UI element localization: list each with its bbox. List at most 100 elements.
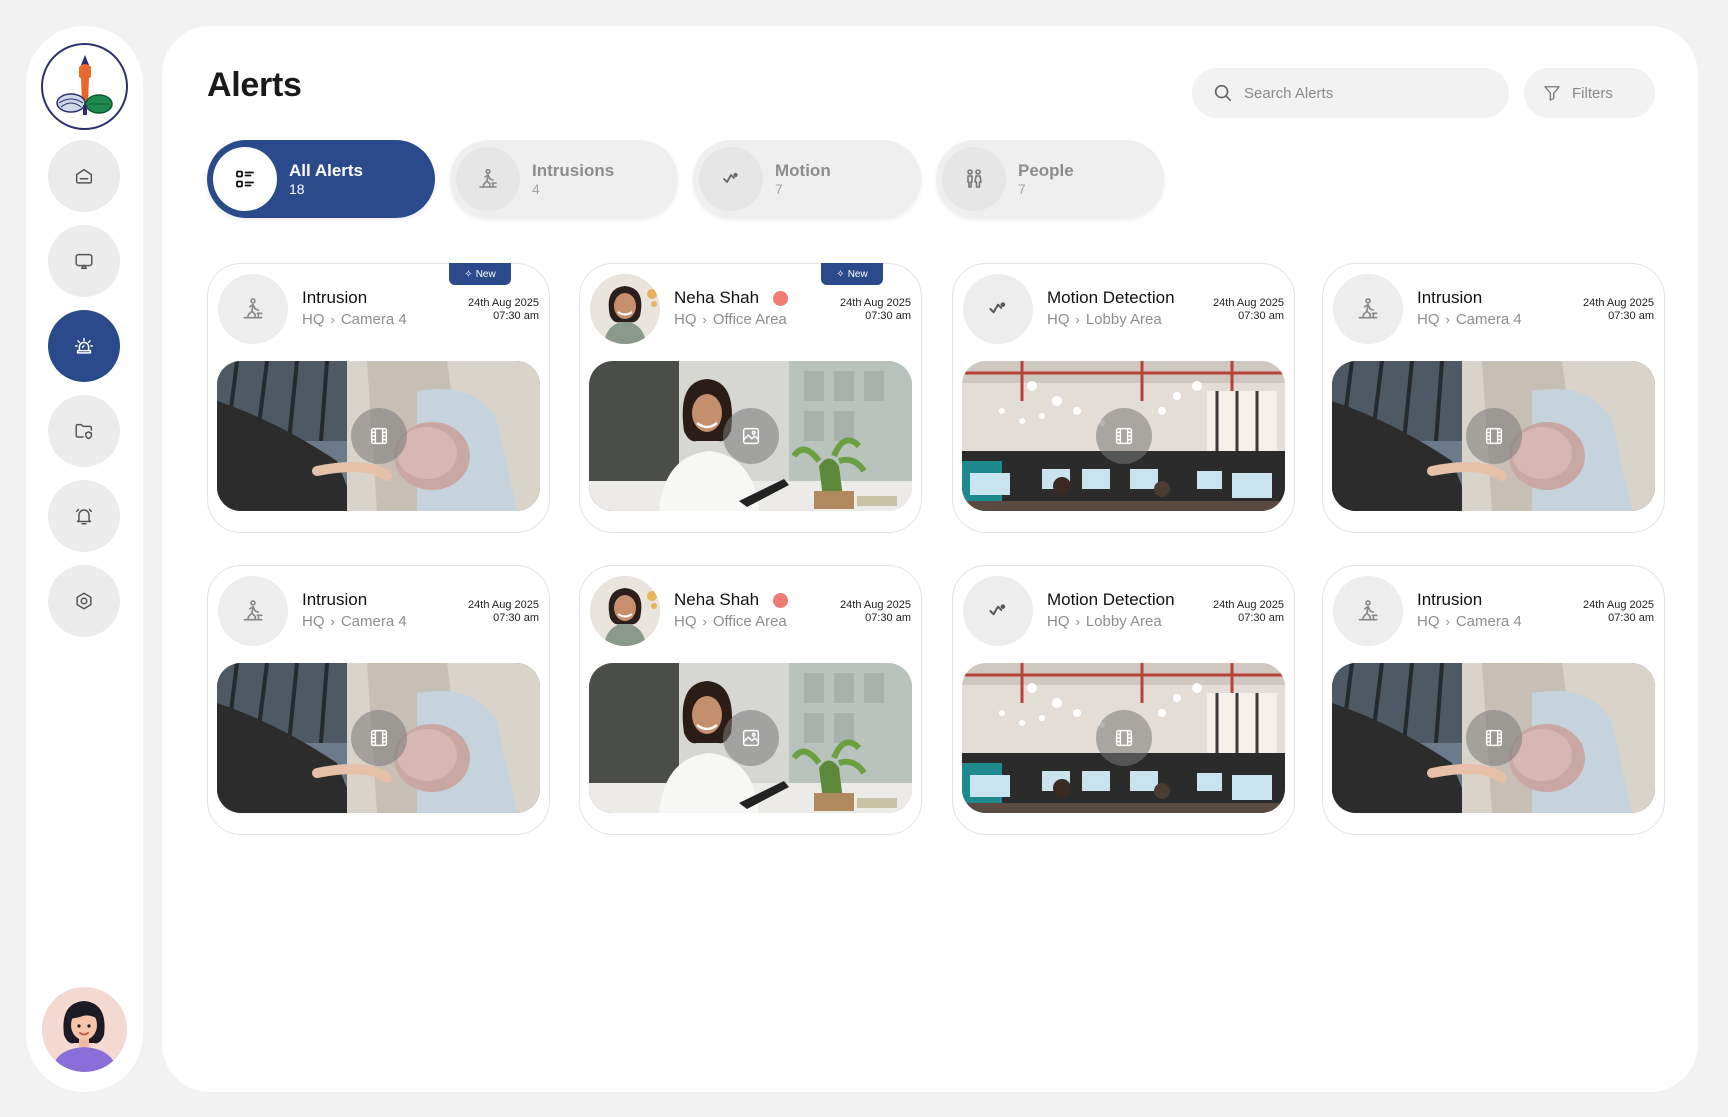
status-dot [773, 592, 789, 608]
motion-icon [723, 172, 738, 183]
people-icon [967, 169, 982, 188]
tab-people[interactable]: People 7 [936, 140, 1164, 218]
alert-time: 07:30 am [493, 310, 539, 322]
alert-card[interactable]: Intrusion HQ › Camera 4 24th Aug 2025 07:3… [207, 565, 550, 835]
tab-motion[interactable]: Motion 7 [693, 140, 921, 218]
alert-card[interactable]: Intrusion HQ › Camera 4 24th Aug 2025 07:3… [207, 263, 550, 533]
alert-title: Intrusion [1417, 288, 1483, 307]
alert-type-avatar [590, 576, 660, 646]
nav-files-button[interactable] [48, 395, 120, 467]
alert-type-avatar [218, 274, 288, 344]
tab-text: People 7 [1018, 161, 1074, 198]
image-icon [742, 729, 759, 747]
media-type-button[interactable] [1465, 710, 1522, 766]
film-icon [370, 729, 387, 747]
alert-timestamp: 24th Aug 2025 07:30 am [1583, 297, 1654, 323]
alert-media-thumbnail[interactable] [1332, 361, 1655, 511]
alert-media-thumbnail[interactable] [217, 361, 540, 511]
alert-card[interactable]: Motion Detection HQ › Lobby Area 24th Aug … [952, 565, 1295, 835]
alert-title-row: Motion Detection [1047, 590, 1175, 610]
alert-timestamp: 24th Aug 2025 07:30 am [468, 297, 539, 323]
alert-type-avatar [963, 274, 1033, 344]
nav-alerts-button[interactable] [48, 310, 120, 382]
tab-count: 4 [532, 180, 540, 197]
alert-location: HQ › Camera 4 [1417, 311, 1522, 328]
alert-media-thumbnail[interactable] [589, 361, 912, 511]
filter-icon [1544, 86, 1560, 101]
nav-settings-button[interactable] [48, 565, 120, 637]
alert-location: HQ › Camera 4 [302, 311, 407, 328]
settings-icon [76, 592, 92, 610]
alert-location: HQ › Lobby Area [1047, 311, 1162, 328]
alert-site: HQ [1417, 613, 1440, 630]
alert-site: HQ [674, 613, 697, 630]
tab-text: Motion 7 [775, 161, 831, 198]
nav-home-button[interactable] [48, 140, 120, 212]
film-icon [370, 427, 387, 445]
tab-count: 7 [775, 180, 783, 197]
tab-text: All Alerts 18 [289, 161, 363, 198]
chevron-right-icon: › [1075, 614, 1080, 629]
page-title: Alerts [207, 66, 302, 104]
alert-title-row: Intrusion [302, 590, 367, 610]
emblem-logo[interactable] [41, 43, 128, 130]
alert-title: Motion Detection [1047, 288, 1175, 307]
alert-card[interactable]: Motion Detection HQ › Lobby Area 24th Aug … [952, 263, 1295, 533]
status-dot [773, 290, 789, 306]
chevron-right-icon: › [1445, 614, 1450, 629]
alert-time: 07:30 am [1608, 310, 1654, 322]
media-type-button[interactable] [1095, 408, 1152, 464]
intruder-icon [479, 168, 497, 188]
folder-shield-icon [75, 423, 93, 440]
emblem-icon [55, 54, 113, 115]
media-type-button[interactable] [722, 710, 779, 766]
media-type-button[interactable] [1095, 710, 1152, 766]
list-icon [236, 170, 254, 188]
chevron-right-icon: › [1445, 312, 1450, 327]
intruder-icon [243, 298, 263, 319]
alert-date: 24th Aug 2025 [840, 599, 911, 611]
tab-all-alerts[interactable]: All Alerts 18 [207, 140, 435, 218]
siren-icon [75, 337, 93, 354]
chevron-right-icon: › [330, 312, 335, 327]
alert-title: Neha Shah [674, 590, 760, 609]
tab-intrusions[interactable]: Intrusions 4 [450, 140, 678, 218]
alert-time: 07:30 am [1238, 612, 1284, 624]
media-type-button[interactable] [722, 408, 779, 464]
alert-title: Motion Detection [1047, 590, 1175, 609]
alert-timestamp: 24th Aug 2025 07:30 am [468, 599, 539, 625]
alert-camera: Camera 4 [340, 613, 407, 630]
alert-card[interactable]: Intrusion HQ › Camera 4 24th Aug 2025 07:3… [1322, 565, 1665, 835]
filters-label: Filters [1572, 84, 1613, 102]
alert-camera: Lobby Area [1085, 311, 1162, 328]
search-input[interactable] [1244, 84, 1464, 102]
alert-media-thumbnail[interactable] [1332, 663, 1655, 813]
film-icon [1115, 427, 1132, 445]
alert-title-row: Intrusion [302, 288, 367, 308]
tab-icon-wrap [456, 147, 520, 211]
media-type-button[interactable] [1465, 408, 1522, 464]
alert-title-row: Neha Shah [674, 590, 789, 610]
sparkle-icon: ✧ [836, 268, 845, 280]
alert-card[interactable]: Neha Shah HQ › Office Area 24th Aug 2025 0… [579, 263, 922, 533]
alert-media-thumbnail[interactable] [217, 663, 540, 813]
alert-title-row: Motion Detection [1047, 288, 1175, 308]
alert-media-thumbnail[interactable] [962, 361, 1285, 511]
alert-card[interactable]: Intrusion HQ › Camera 4 24th Aug 2025 07:3… [1322, 263, 1665, 533]
chevron-right-icon: › [330, 614, 335, 629]
alert-media-thumbnail[interactable] [589, 663, 912, 813]
alert-camera: Office Area [712, 613, 787, 630]
nav-notifications-button[interactable] [48, 480, 120, 552]
filters-button[interactable]: Filters [1524, 68, 1655, 118]
motion-icon [989, 604, 1006, 616]
media-type-button[interactable] [350, 710, 407, 766]
media-type-button[interactable] [350, 408, 407, 464]
alert-timestamp: 24th Aug 2025 07:30 am [1583, 599, 1654, 625]
alert-type-avatar [590, 274, 660, 344]
nav-monitor-button[interactable] [48, 225, 120, 297]
alert-site: HQ [302, 613, 325, 630]
user-avatar[interactable] [42, 987, 127, 1072]
alert-media-thumbnail[interactable] [962, 663, 1285, 813]
alert-card[interactable]: Neha Shah HQ › Office Area 24th Aug 2025 0… [579, 565, 922, 835]
search-bar[interactable] [1192, 68, 1509, 118]
